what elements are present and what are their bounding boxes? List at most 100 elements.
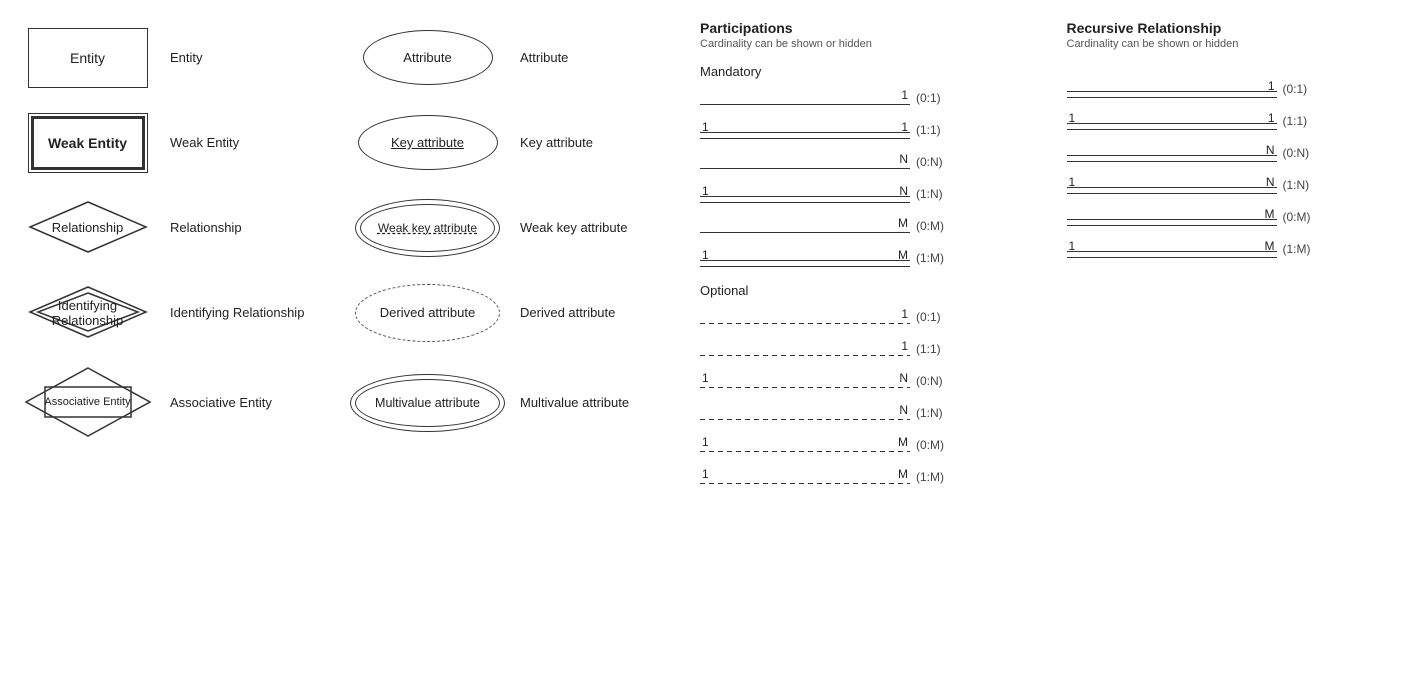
rec-line-3a xyxy=(1067,161,1277,163)
rec-cardinality-4: (1:N) xyxy=(1283,178,1333,192)
rec-num-right-6: M xyxy=(1265,239,1275,253)
rec-num-right-5: M xyxy=(1265,207,1275,221)
mandatory-line-2: 1 1 xyxy=(700,119,910,141)
rec-cardinality-6: (1:M) xyxy=(1283,242,1333,256)
recursive-row-4: 1 N (1:N) xyxy=(1067,174,1404,196)
rec-line-1b xyxy=(1067,91,1277,93)
mandatory-row-6: 1 M (1:M) xyxy=(700,247,1037,269)
mandatory-row-5: M (0:M) xyxy=(700,215,1037,237)
key-attr-ellipse-label: Key attribute xyxy=(391,135,464,150)
num-left-4: 1 xyxy=(702,184,709,198)
opt-dashed-1 xyxy=(700,323,910,325)
rec-line-1: 1 xyxy=(1067,78,1277,100)
rec-line-4b xyxy=(1067,187,1277,189)
opt-num-left-3: 1 xyxy=(702,371,709,385)
multivalue-attr-shape: Multivalue attribute xyxy=(340,374,515,432)
rec-line-5b xyxy=(1067,219,1277,221)
line-solid-6b xyxy=(700,260,910,262)
weak-entity-box-label: Weak Entity xyxy=(48,135,127,151)
rec-cardinality-5: (0:M) xyxy=(1283,210,1333,224)
rec-line-6a xyxy=(1067,257,1277,259)
opt-dashed-4 xyxy=(700,419,910,421)
rec-line-2a xyxy=(1067,129,1277,131)
recursive-section: Recursive Relationship Cardinality can b… xyxy=(1067,20,1404,498)
opt-dashed-6 xyxy=(700,483,910,485)
optional-title: Optional xyxy=(700,283,1037,298)
weak-entity-label: Weak Entity xyxy=(165,135,340,150)
cardinality-5: (0:M) xyxy=(916,219,966,233)
recursive-row-5: M (0:M) xyxy=(1067,206,1404,228)
line-solid-4b xyxy=(700,196,910,198)
opt-num-right-6: M xyxy=(898,467,908,481)
participations-title: Participations xyxy=(700,20,1037,36)
rec-line-1a xyxy=(1067,97,1277,99)
opt-cardinality-6: (1:M) xyxy=(916,470,966,484)
opt-cardinality-1: (0:1) xyxy=(916,310,966,324)
assoc-entity-label: Associative Entity xyxy=(44,396,130,409)
identifying-rel-shape: Identifying Relationship xyxy=(10,285,165,340)
rec-num-left-4: 1 xyxy=(1069,175,1076,189)
entity-box-label: Entity xyxy=(70,50,105,66)
line-solid-3 xyxy=(700,168,910,170)
line-solid-5 xyxy=(700,232,910,234)
recursive-row-3: N (0:N) xyxy=(1067,142,1404,164)
num-right-3: N xyxy=(899,152,908,166)
multivalue-attr-label: Multivalue attribute xyxy=(515,395,690,410)
assoc-entity-shape: Associative Entity xyxy=(23,365,153,440)
weak-key-attr-label: Weak key attribute xyxy=(515,220,690,235)
identifying-rel-diamond: Identifying Relationship xyxy=(28,285,148,340)
mandatory-title: Mandatory xyxy=(700,64,1037,79)
opt-line-6: 1 M xyxy=(700,466,910,488)
opt-line-2: 1 xyxy=(700,338,910,360)
associative-entity-label: Associative Entity xyxy=(165,395,340,410)
rec-line-5: M xyxy=(1067,206,1277,228)
weak-key-attr-shape: Weak key attribute xyxy=(340,199,515,257)
rec-num-left-2: 1 xyxy=(1069,111,1076,125)
rec-cardinality-2: (1:1) xyxy=(1283,114,1333,128)
opt-num-left-6: 1 xyxy=(702,467,709,481)
rec-line-5a xyxy=(1067,225,1277,227)
attribute-ellipse: Attribute xyxy=(363,30,493,85)
identifying-rel-text: Identifying Relationship xyxy=(165,305,340,320)
rec-line-6: 1 M xyxy=(1067,238,1277,260)
optional-row-3: 1 N (0:N) xyxy=(700,370,1037,392)
num-right-1: 1 xyxy=(901,88,908,102)
opt-num-right-4: N xyxy=(899,403,908,417)
rec-cardinality-3: (0:N) xyxy=(1283,146,1333,160)
line-solid-1 xyxy=(700,104,910,106)
line-solid-4a xyxy=(700,202,910,204)
mandatory-line-1: 1 xyxy=(700,87,910,109)
left-panel: Entity Entity Attribute Attribute Weak E… xyxy=(10,20,690,498)
opt-num-right-1: 1 xyxy=(901,307,908,321)
symbol-row-weak-entity: Weak Entity Weak Entity Key attribute Ke… xyxy=(10,105,690,180)
cardinality-2: (1:1) xyxy=(916,123,966,137)
cardinality-3: (0:N) xyxy=(916,155,966,169)
weak-entity-shape: Weak Entity xyxy=(10,113,165,173)
symbol-row-identifying: Identifying Relationship Identifying Rel… xyxy=(10,275,690,350)
line-solid-6a xyxy=(700,266,910,268)
participations-subtitle: Cardinality can be shown or hidden xyxy=(700,38,1037,50)
relationship-diamond-label: Relationship xyxy=(52,220,124,235)
key-attr-label: Key attribute xyxy=(515,135,690,150)
opt-dashed-5 xyxy=(700,451,910,453)
symbol-row-entity: Entity Entity Attribute Attribute xyxy=(10,20,690,95)
opt-cardinality-4: (1:N) xyxy=(916,406,966,420)
cardinality-6: (1:M) xyxy=(916,251,966,265)
num-right-4: N xyxy=(899,184,908,198)
mandatory-line-6: 1 M xyxy=(700,247,910,269)
associative-entity-shape: Associative Entity xyxy=(10,365,165,440)
rec-line-3: N xyxy=(1067,142,1277,164)
num-right-5: M xyxy=(898,216,908,230)
recursive-row-2: 1 1 (1:1) xyxy=(1067,110,1404,132)
page: Entity Entity Attribute Attribute Weak E… xyxy=(0,0,1413,518)
rec-num-right-3: N xyxy=(1266,143,1275,157)
relationship-shape: Relationship xyxy=(10,200,165,255)
num-left-2: 1 xyxy=(702,120,709,134)
opt-dashed-2 xyxy=(700,355,910,357)
relationship-diamond: Relationship xyxy=(28,200,148,255)
line-solid-2a xyxy=(700,138,910,140)
symbol-row-relationship: Relationship Relationship Weak key attri… xyxy=(10,190,690,265)
rec-num-right-2: 1 xyxy=(1268,111,1275,125)
entity-shape: Entity xyxy=(10,28,165,88)
attribute-shape: Attribute xyxy=(340,30,515,85)
